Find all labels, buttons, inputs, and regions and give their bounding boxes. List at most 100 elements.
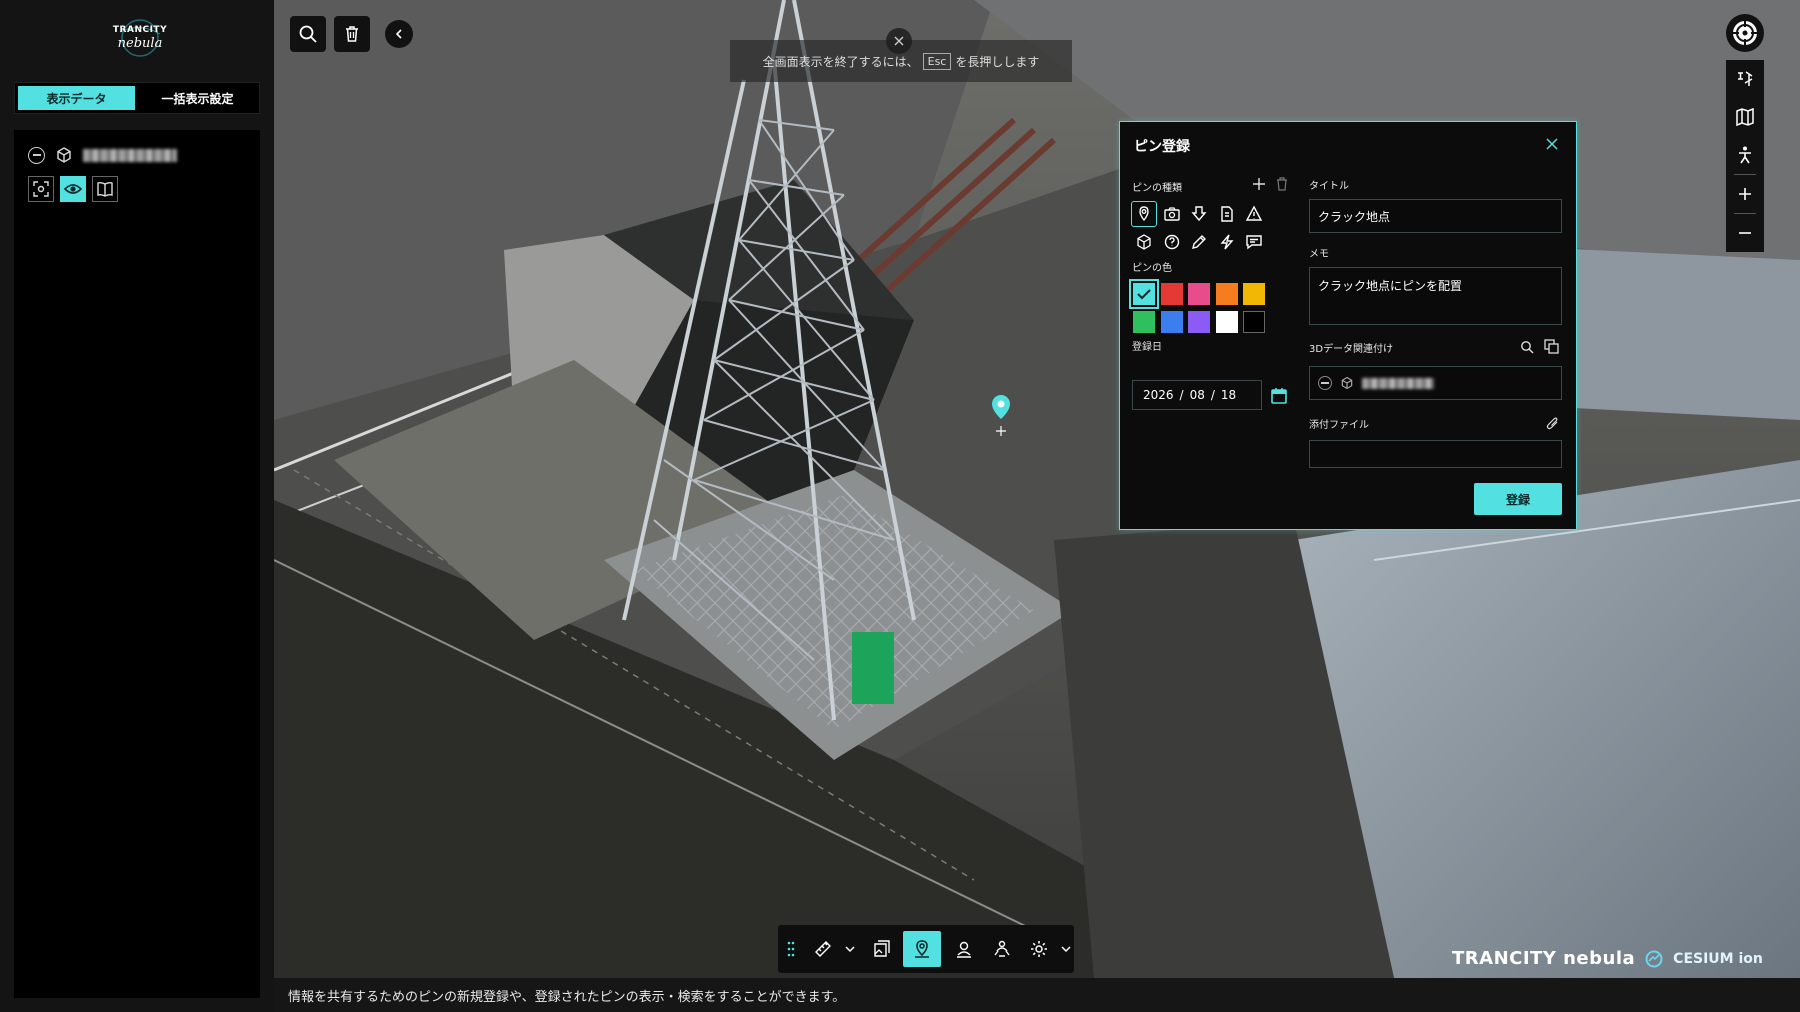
add-pin-type-icon[interactable]: [1252, 177, 1266, 191]
drag-handle[interactable]: [784, 931, 798, 967]
lightning-icon: [1219, 234, 1234, 250]
search-button[interactable]: [290, 16, 326, 52]
date-separator: /: [1179, 388, 1184, 402]
unlink-icon[interactable]: [1318, 376, 1332, 390]
date-month: 08: [1189, 388, 1205, 402]
zoom-out-button[interactable]: [1726, 214, 1764, 252]
status-message: 情報を共有するためのピンの新規登録や、登録されたピンの表示・検索をすることができ…: [288, 989, 846, 1005]
brand-logo-text: TRANCITY nebula: [1452, 948, 1636, 969]
arrow-down-icon: [1191, 206, 1207, 222]
person-pin-icon: [956, 941, 971, 958]
pedestrian-view-button[interactable]: [1726, 136, 1764, 174]
people-icon: [993, 940, 1010, 957]
pin-type-comment[interactable]: [1241, 229, 1267, 255]
tree-item[interactable]: [28, 146, 177, 164]
tab-display-data[interactable]: 表示データ: [18, 86, 135, 110]
pin-type-map-pin[interactable]: [1131, 201, 1157, 227]
comment-icon: [1246, 235, 1262, 250]
color-swatch[interactable]: [1160, 311, 1183, 333]
memo-label: メモ: [1309, 249, 1329, 260]
registration-date-field[interactable]: 2026 / 08 / 18: [1132, 380, 1262, 410]
3d-link-field[interactable]: [1309, 366, 1562, 400]
title-input[interactable]: クラック地点: [1309, 199, 1562, 233]
document-icon: [1220, 206, 1233, 222]
color-swatch[interactable]: [1215, 311, 1238, 333]
fullscreen-toast-close-button[interactable]: [886, 28, 912, 54]
color-swatch[interactable]: [1243, 311, 1265, 333]
collapse-icon[interactable]: [28, 146, 45, 164]
pin-type-document[interactable]: [1214, 201, 1240, 227]
camera-icon: [1163, 207, 1180, 221]
map-layers-button[interactable]: [1726, 98, 1764, 136]
visibility-toggle[interactable]: [60, 176, 86, 202]
left-panel: TRANCITY nebula 表示データ 一括表示設定: [0, 0, 274, 1012]
delete-pin-type-icon[interactable]: [1276, 177, 1288, 191]
close-icon: [894, 36, 904, 46]
data-tree-panel: [14, 130, 260, 998]
attachment-field[interactable]: [1309, 440, 1562, 468]
pencil-icon: [1192, 235, 1206, 249]
settings-dropdown[interactable]: [1058, 931, 1074, 967]
color-swatch[interactable]: [1160, 283, 1183, 305]
tab-bulk-display-settings[interactable]: 一括表示設定: [139, 86, 256, 110]
pin-type-camera[interactable]: [1159, 201, 1185, 227]
person-icon: [1739, 146, 1751, 164]
pin-type-pencil[interactable]: [1186, 229, 1212, 255]
color-swatch[interactable]: [1243, 283, 1265, 305]
focus-button[interactable]: [28, 176, 54, 202]
pin-type-lightning[interactable]: [1214, 229, 1240, 255]
chevron-down-icon: [845, 946, 855, 953]
image-button[interactable]: [864, 931, 902, 967]
dialog-close-button[interactable]: [1542, 134, 1562, 154]
pin-tool-button[interactable]: [903, 931, 941, 967]
pin-type-question[interactable]: [1159, 229, 1185, 255]
memo-textarea[interactable]: クラック地点にピンを配置: [1309, 267, 1562, 325]
pin-color-label: ピンの色: [1132, 263, 1172, 274]
2d-3d-toggle-button[interactable]: [1726, 60, 1764, 98]
search-icon[interactable]: [1520, 340, 1534, 354]
terrain-icon: [1738, 71, 1753, 86]
viewpoint-button[interactable]: [945, 931, 983, 967]
status-bar: 情報を共有するためのピンの新規登録や、登録されたピンの表示・検索をすることができ…: [274, 978, 1800, 1012]
app-logo: TRANCITY nebula: [98, 18, 182, 58]
esc-key: Esc: [922, 52, 952, 70]
close-icon: [1546, 138, 1558, 150]
pin-type-arrow-down[interactable]: [1186, 201, 1212, 227]
bottom-toolbar: [778, 925, 1074, 973]
zoom-in-button[interactable]: [1726, 175, 1764, 213]
color-swatch[interactable]: [1133, 311, 1155, 333]
collapse-panel-button[interactable]: [385, 20, 413, 48]
calendar-icon[interactable]: [1270, 387, 1288, 405]
compass-button[interactable]: [1726, 14, 1764, 52]
logo-text-nebula: nebula: [117, 36, 163, 51]
book-button[interactable]: [92, 176, 118, 202]
color-swatch[interactable]: [1188, 311, 1210, 333]
eye-icon: [64, 184, 82, 194]
map-pin-icon: [1139, 206, 1149, 222]
register-button[interactable]: 登録: [1474, 483, 1562, 515]
ruler-icon: [814, 941, 831, 957]
book-icon: [97, 181, 113, 197]
image-icon: [874, 940, 891, 957]
drag-handle-icon: [787, 941, 795, 957]
pin-type-warning[interactable]: [1241, 201, 1267, 227]
panel-tabs: 表示データ 一括表示設定: [14, 82, 260, 114]
title-label: タイトル: [1309, 181, 1349, 192]
minus-icon: [1739, 232, 1751, 234]
delete-button[interactable]: [334, 16, 370, 52]
color-swatch[interactable]: [1188, 283, 1210, 305]
trash-icon: [346, 26, 358, 42]
share-button[interactable]: [983, 931, 1021, 967]
copy-icon[interactable]: [1544, 339, 1559, 354]
color-swatch[interactable]: [1215, 283, 1238, 305]
check-icon: [1137, 289, 1151, 300]
search-icon: [299, 25, 317, 43]
measure-dropdown[interactable]: [842, 931, 858, 967]
settings-button[interactable]: [1020, 931, 1058, 967]
measure-button[interactable]: [804, 931, 842, 967]
pin-type-cube[interactable]: [1131, 229, 1157, 255]
cube-icon: [1137, 234, 1151, 250]
paperclip-icon[interactable]: [1546, 416, 1560, 430]
color-swatch[interactable]: [1129, 279, 1159, 309]
3d-model-icon: [57, 147, 71, 163]
